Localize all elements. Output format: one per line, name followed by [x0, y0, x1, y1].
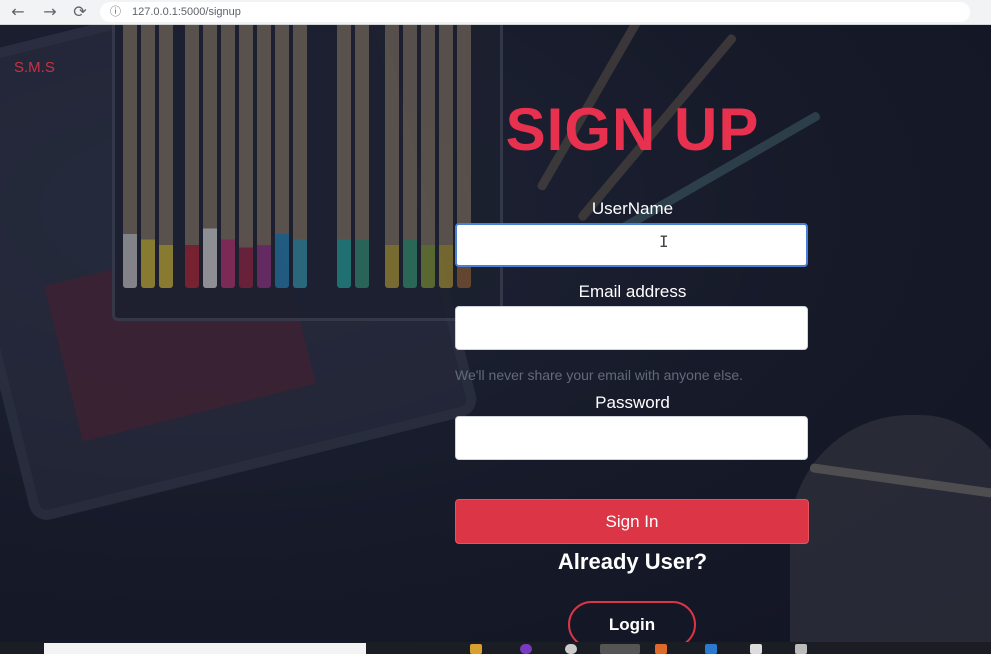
app-icon[interactable] [520, 644, 532, 654]
address-bar[interactable]: ⓘ 127.0.0.1:5000/signup [100, 2, 970, 22]
os-taskbar [0, 642, 991, 654]
email-input[interactable] [455, 306, 808, 350]
forward-icon[interactable]: → [40, 2, 60, 22]
email-help-text: We'll never share your email with anyone… [455, 367, 743, 383]
app-icon[interactable] [655, 644, 667, 654]
login-button[interactable]: Login [568, 601, 696, 642]
taskbar-search-box[interactable] [44, 643, 366, 654]
email-label: Email address [578, 282, 687, 301]
page-content: S.M.S SIGN UP UserName I Email address W… [0, 25, 991, 642]
page-title: SIGN UP [505, 96, 760, 163]
app-icon[interactable] [565, 644, 577, 654]
app-icon[interactable] [795, 644, 807, 654]
url-text: 127.0.0.1:5000/signup [132, 6, 241, 18]
app-icon[interactable] [705, 644, 717, 654]
chrome-icon[interactable] [600, 644, 640, 654]
password-label: Password [595, 393, 670, 412]
browser-toolbar: ← → ⟳ ⓘ 127.0.0.1:5000/signup [0, 0, 991, 25]
password-input[interactable] [455, 416, 808, 460]
username-input[interactable] [455, 223, 808, 267]
back-icon[interactable]: ← [8, 2, 28, 22]
app-icon[interactable] [750, 644, 762, 654]
text-cursor-icon: I [659, 232, 669, 251]
username-label: UserName [591, 199, 674, 218]
brand-logo[interactable]: S.M.S [14, 59, 55, 76]
folder-icon[interactable] [470, 644, 482, 654]
sign-in-button[interactable]: Sign In [455, 499, 809, 544]
reload-icon[interactable]: ⟳ [70, 2, 90, 22]
info-icon[interactable]: ⓘ [110, 2, 121, 22]
already-user-text: Already User? [557, 549, 708, 574]
